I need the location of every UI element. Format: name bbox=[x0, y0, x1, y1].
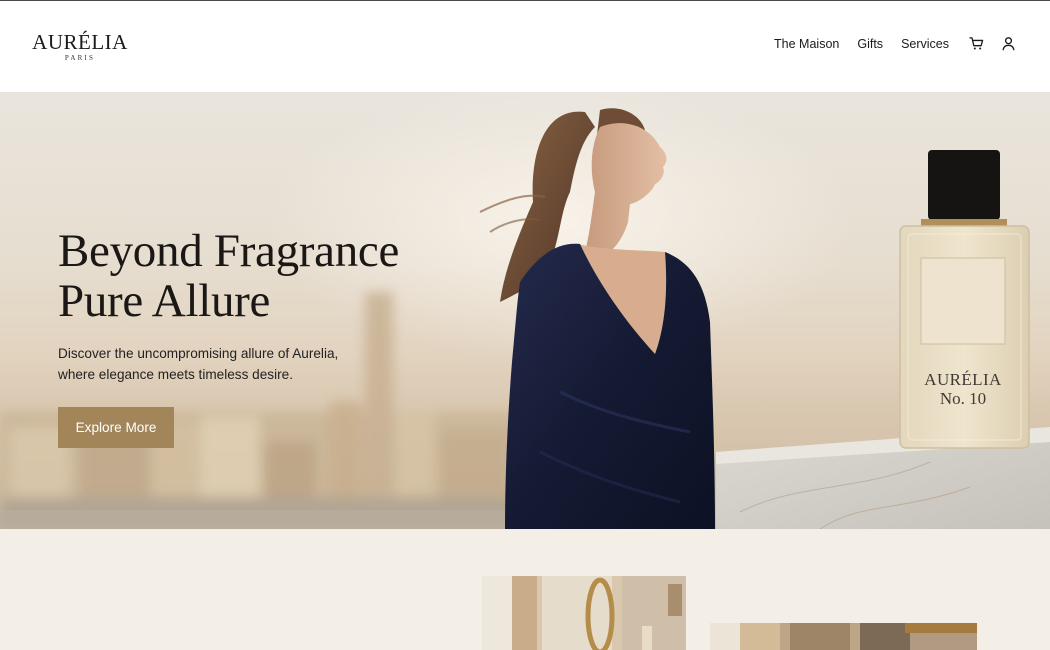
main-nav: The Maison Gifts Services bbox=[774, 36, 1016, 51]
nav-link-services[interactable]: Services bbox=[901, 37, 949, 51]
nav-link-gifts[interactable]: Gifts bbox=[857, 37, 883, 51]
explore-more-button[interactable]: Explore More bbox=[58, 407, 174, 448]
boutique-photo[interactable] bbox=[710, 623, 977, 650]
brand-logo[interactable]: AURÉLIA PARIS bbox=[30, 30, 130, 63]
bottle-label-brand: AURÉLIA bbox=[924, 370, 1002, 389]
interior-photo[interactable] bbox=[482, 576, 686, 650]
account-icon[interactable] bbox=[1001, 36, 1016, 51]
hero-description-line-1: Discover the uncompromising allure of Au… bbox=[58, 346, 339, 361]
bottle-label-number: No. 10 bbox=[939, 389, 987, 408]
hero-banner: Beyond Fragrance Pure Allure Discover th… bbox=[0, 92, 1050, 529]
collection-section bbox=[0, 529, 1050, 650]
brand-tagline: PARIS bbox=[64, 54, 96, 62]
cart-icon[interactable] bbox=[969, 36, 984, 51]
hero-title: Beyond Fragrance Pure Allure bbox=[58, 226, 399, 326]
site-header: AURÉLIA PARIS The Maison Gifts Services bbox=[0, 1, 1050, 92]
hero-title-line-2: Pure Allure bbox=[58, 275, 271, 327]
bottle-label: AURÉLIA No. 10 bbox=[921, 350, 1005, 436]
hero-description: Discover the uncompromising allure of Au… bbox=[58, 343, 358, 385]
hero-title-line-1: Beyond Fragrance bbox=[58, 225, 400, 277]
hero-description-line-2: where elegance meets timeless desire. bbox=[58, 367, 293, 382]
brand-name: AURÉLIA bbox=[32, 30, 128, 54]
nav-link-the-maison[interactable]: The Maison bbox=[774, 37, 839, 51]
